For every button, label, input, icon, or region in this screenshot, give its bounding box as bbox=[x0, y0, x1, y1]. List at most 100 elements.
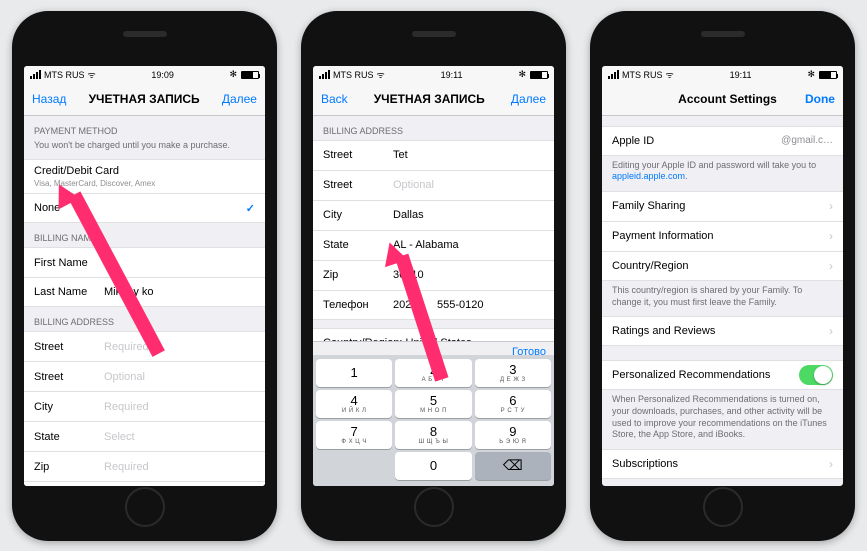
none-option[interactable]: None ✓ bbox=[24, 193, 265, 223]
zip-row[interactable]: Zip Required bbox=[24, 451, 265, 481]
screen-1: MTS RUS ᯤ 19:09 ✻ Назад УЧЕТНАЯ ЗАПИСЬ Д… bbox=[24, 66, 265, 486]
street-field[interactable]: Tet bbox=[393, 149, 544, 161]
subscriptions-row[interactable]: Subscriptions › bbox=[602, 449, 843, 479]
key-2[interactable]: 2А Б В Г bbox=[395, 359, 471, 387]
credit-card-option[interactable]: Credit/Debit Card Visa, MasterCard, Disc… bbox=[24, 159, 265, 193]
next-button[interactable]: Далее bbox=[511, 92, 546, 106]
street2-label: Street bbox=[323, 179, 393, 191]
street-label: Street bbox=[34, 341, 104, 353]
clock-label: 19:09 bbox=[151, 70, 174, 80]
phone-row[interactable]: Телефон 123 456-7890 bbox=[24, 481, 265, 485]
last-name-label: Last Name bbox=[34, 286, 104, 298]
first-name-label: First Name bbox=[34, 257, 104, 269]
payment-information-row[interactable]: Payment Information › bbox=[602, 221, 843, 251]
bluetooth-icon: ✻ bbox=[807, 69, 815, 80]
phone-area-field[interactable]: 202 bbox=[393, 299, 429, 311]
state-row[interactable]: State Select bbox=[24, 421, 265, 451]
back-button[interactable]: Назад bbox=[32, 92, 66, 106]
street2-field[interactable]: Optional bbox=[104, 371, 255, 383]
street2-row[interactable]: Street Optional bbox=[313, 170, 554, 200]
family-sharing-row[interactable]: Family Sharing › bbox=[602, 191, 843, 221]
street2-label: Street bbox=[34, 371, 104, 383]
city-row[interactable]: City Dallas bbox=[313, 200, 554, 230]
key-4[interactable]: 4И Й К Л bbox=[316, 390, 392, 418]
checkmark-icon: ✓ bbox=[246, 202, 255, 215]
city-field[interactable]: Required bbox=[104, 401, 255, 413]
last-name-field[interactable]: Mikhay ko bbox=[104, 286, 255, 298]
last-name-row[interactable]: Last Name Mikhay ko bbox=[24, 277, 265, 307]
street-field[interactable]: Required bbox=[104, 341, 255, 353]
screen-2: MTS RUS ᯤ 19:11 ✻ Back УЧЕТНАЯ ЗАПИСЬ Да… bbox=[313, 66, 554, 486]
key-8[interactable]: 8Ш Щ Ъ Ы bbox=[395, 421, 471, 449]
key-7[interactable]: 7Ф Х Ц Ч bbox=[316, 421, 392, 449]
phone-frame-1: MTS RUS ᯤ 19:09 ✻ Назад УЧЕТНАЯ ЗАПИСЬ Д… bbox=[12, 11, 277, 541]
street2-field[interactable]: Optional bbox=[393, 179, 544, 191]
nav-title: Account Settings bbox=[678, 92, 777, 106]
phone-row[interactable]: Телефон 202 555-0120 bbox=[313, 290, 554, 320]
chevron-right-icon: › bbox=[829, 457, 833, 471]
battery-icon bbox=[530, 71, 548, 79]
back-button[interactable]: Back bbox=[321, 92, 348, 106]
city-field[interactable]: Dallas bbox=[393, 209, 544, 221]
done-button[interactable]: Done bbox=[805, 92, 835, 106]
personalized-recommendations-toggle[interactable] bbox=[799, 365, 833, 385]
state-field[interactable]: AL - Alabama bbox=[393, 239, 544, 251]
nav-title: УЧЕТНАЯ ЗАПИСЬ bbox=[89, 92, 200, 106]
street2-row[interactable]: Street Optional bbox=[24, 361, 265, 391]
apple-id-value: @gmail.c… bbox=[781, 135, 833, 146]
nav-title: УЧЕТНАЯ ЗАПИСЬ bbox=[374, 92, 485, 106]
status-bar: MTS RUS ᯤ 19:11 ✻ bbox=[602, 66, 843, 84]
apple-id-row[interactable]: Apple ID @gmail.c… bbox=[602, 126, 843, 156]
status-bar: MTS RUS ᯤ 19:09 ✻ bbox=[24, 66, 265, 84]
clock-label: 19:11 bbox=[441, 70, 463, 80]
state-row[interactable]: State AL - Alabama bbox=[313, 230, 554, 260]
battery-icon bbox=[819, 71, 837, 79]
phone-frame-3: MTS RUS ᯤ 19:11 ✻ Account Settings Done … bbox=[590, 11, 855, 541]
zip-field[interactable]: 36310 bbox=[393, 269, 544, 281]
first-name-row[interactable]: First Name S bbox=[24, 247, 265, 277]
battery-icon bbox=[241, 71, 259, 79]
key-6[interactable]: 6Р С Т У bbox=[475, 390, 551, 418]
bluetooth-icon: ✻ bbox=[229, 69, 237, 80]
phone-label: Телефон bbox=[323, 299, 393, 311]
zip-row[interactable]: Zip 36310 bbox=[313, 260, 554, 290]
street-row[interactable]: Street Required bbox=[24, 331, 265, 361]
first-name-field[interactable]: S bbox=[104, 257, 255, 269]
screen-3: MTS RUS ᯤ 19:11 ✻ Account Settings Done … bbox=[602, 66, 843, 486]
payment-information-label: Payment Information bbox=[612, 230, 823, 242]
state-label: State bbox=[34, 431, 104, 443]
country-region-label: Country/Region bbox=[612, 260, 823, 272]
chevron-right-icon: › bbox=[829, 259, 833, 273]
apple-id-footer: Editing your Apple ID and password will … bbox=[602, 156, 843, 191]
street-row[interactable]: Street Tet bbox=[313, 140, 554, 170]
carrier-label: MTS RUS bbox=[622, 70, 663, 80]
next-button[interactable]: Далее bbox=[222, 92, 257, 106]
key-backspace[interactable]: ⌫ bbox=[475, 452, 551, 480]
wifi-icon: ᯤ bbox=[666, 68, 674, 81]
payment-method-header: PAYMENT METHOD bbox=[24, 116, 265, 140]
key-1[interactable]: 1 bbox=[316, 359, 392, 387]
phone-number-field[interactable]: 555-0120 bbox=[437, 299, 544, 311]
status-bar: MTS RUS ᯤ 19:11 ✻ bbox=[313, 66, 554, 84]
state-label: State bbox=[323, 239, 393, 251]
credit-card-label: Credit/Debit Card bbox=[34, 165, 119, 177]
signal-icon bbox=[30, 70, 41, 79]
clock-label: 19:11 bbox=[730, 70, 752, 80]
city-row[interactable]: City Required bbox=[24, 391, 265, 421]
zip-field[interactable]: Required bbox=[104, 461, 255, 473]
subscriptions-label: Subscriptions bbox=[612, 458, 823, 470]
ratings-reviews-row[interactable]: Ratings and Reviews › bbox=[602, 316, 843, 346]
carrier-label: MTS RUS bbox=[44, 70, 85, 80]
personalized-recommendations-row[interactable]: Personalized Recommendations bbox=[602, 360, 843, 390]
country-region-row[interactable]: Country/Region › bbox=[602, 251, 843, 281]
wifi-icon: ᯤ bbox=[88, 68, 96, 81]
street-label: Street bbox=[323, 149, 393, 161]
bluetooth-icon: ✻ bbox=[518, 69, 526, 80]
appleid-link[interactable]: appleid.apple.com bbox=[612, 171, 685, 181]
state-field[interactable]: Select bbox=[104, 431, 255, 443]
key-0[interactable]: 0 bbox=[395, 452, 471, 480]
personalized-recommendations-label: Personalized Recommendations bbox=[612, 369, 799, 381]
key-3[interactable]: 3Д Е Ж З bbox=[475, 359, 551, 387]
key-9[interactable]: 9Ь Э Ю Я bbox=[475, 421, 551, 449]
key-5[interactable]: 5М Н О П bbox=[395, 390, 471, 418]
